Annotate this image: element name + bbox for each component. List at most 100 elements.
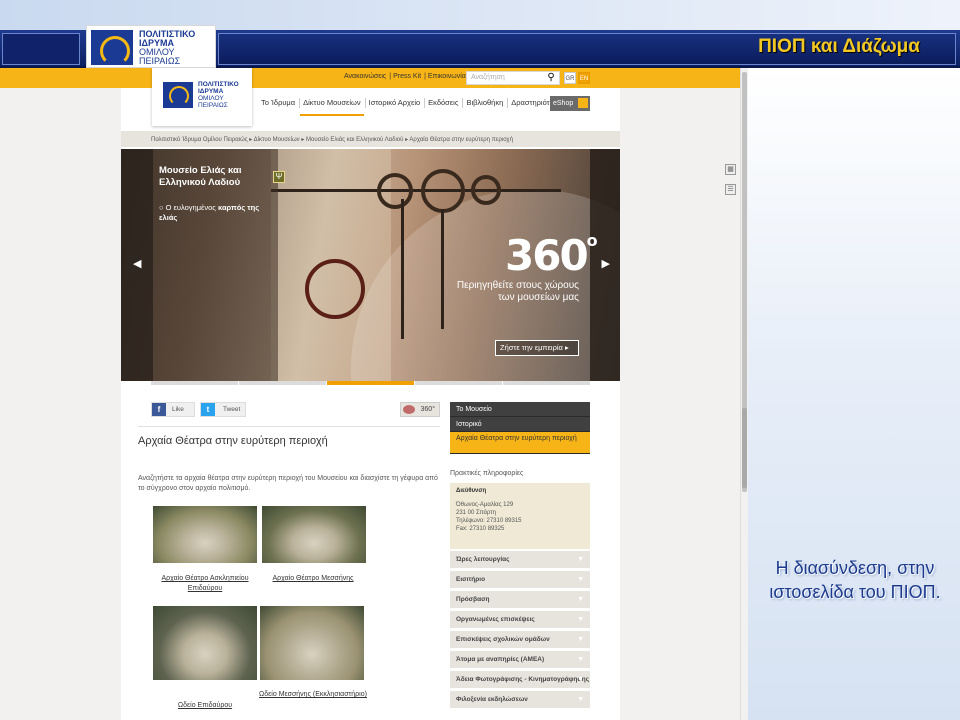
heading-rule bbox=[138, 426, 440, 427]
accordion-label: Φιλοξενία εκδηλώσεων bbox=[456, 696, 528, 703]
slide-right-panel bbox=[748, 68, 960, 720]
eshop-label: eShop bbox=[553, 100, 574, 107]
logo-line: ΙΔΡΥΜΑ bbox=[198, 88, 224, 95]
search-icon[interactable]: ⚲ bbox=[544, 72, 558, 84]
chevron-down-icon: ▼ bbox=[577, 556, 584, 563]
accordion-label: Εισιτήριο bbox=[456, 576, 486, 583]
hero-360-degree: o bbox=[586, 231, 598, 250]
side-menu-item-theatres[interactable]: Αρχαία Θέατρα στην ευρύτερη περιοχή bbox=[450, 432, 590, 454]
lang-en-button[interactable]: EN bbox=[578, 72, 590, 84]
chevron-down-icon: ▼ bbox=[577, 676, 584, 683]
header-square-left bbox=[2, 33, 80, 65]
address-box: Διεύθυνση Όθωνος-Αμαλίας 129 231 00 Σπάρ… bbox=[450, 483, 590, 549]
experience-button[interactable]: Ζήστε την εμπειρία ▸ bbox=[495, 340, 579, 356]
side-menu: Το Μουσείο Ιστορικό Αρχαία Θέατρα στην ε… bbox=[450, 402, 590, 454]
address-heading: Διεύθυνση bbox=[456, 488, 487, 494]
page-margin-right bbox=[620, 68, 740, 720]
odeon-link-epidaurus[interactable]: Ωδείο Επιδαύρου bbox=[150, 701, 260, 711]
scrollbar-thumb[interactable] bbox=[742, 408, 747, 488]
accordion-opening-hours[interactable]: Ώρες λειτουργίας ▼ bbox=[450, 551, 590, 569]
logo-line: ΠΕΙΡΑΙΩΣ bbox=[139, 56, 181, 66]
view-360-button[interactable]: 360° bbox=[400, 402, 440, 417]
top-links: Ανακοινώσεις | Press Kit | Επικοινωνία bbox=[344, 73, 466, 80]
chevron-down-icon: ▼ bbox=[577, 696, 584, 703]
toplink-press-kit[interactable]: Press Kit bbox=[393, 73, 421, 80]
accordion-organized-visits[interactable]: Οργανωμένες επισκέψεις ▼ bbox=[450, 611, 590, 629]
page-title: Αρχαία Θέατρα στην ευρύτερη περιοχή bbox=[138, 435, 328, 447]
accordion-event-hosting[interactable]: Φιλοξενία εκδηλώσεων ▼ bbox=[450, 691, 590, 709]
eshop-button[interactable]: eShop bbox=[550, 96, 590, 111]
odeon-image-messene[interactable] bbox=[260, 606, 364, 680]
toplink-announcements[interactable]: Ανακοινώσεις bbox=[344, 73, 386, 80]
theatre-link-messene[interactable]: Αρχαίο Θέατρο Μεσσήνης bbox=[258, 574, 368, 584]
scrollbar[interactable] bbox=[740, 68, 748, 720]
tweet-button[interactable]: t Tweet bbox=[200, 402, 246, 417]
accordion-label: Ώρες λειτουργίας bbox=[456, 556, 510, 563]
slide-caption: Η διασύνδεση, στην ιστοσελίδα του ΠΙΟΠ. bbox=[769, 558, 941, 602]
logo-line: ΠΟΛΙΤΙΣΤΙΚΟ bbox=[198, 81, 239, 88]
facebook-icon: f bbox=[152, 403, 166, 416]
tweet-label: Tweet bbox=[223, 406, 241, 413]
nav-foundation[interactable]: Το Ίδρυμα bbox=[258, 96, 298, 116]
accordion-school-visits[interactable]: Επισκέψεις σχολικών ομάδων ▼ bbox=[450, 631, 590, 649]
odeon-image-epidaurus[interactable] bbox=[153, 606, 257, 680]
slider-tab-active[interactable] bbox=[327, 381, 414, 385]
hero-photo-post bbox=[441, 209, 444, 329]
slider-tab[interactable] bbox=[239, 381, 326, 385]
nav-library[interactable]: Βιβλιοθήκη bbox=[463, 96, 506, 116]
nav-publications[interactable]: Εκδόσεις bbox=[425, 96, 461, 116]
theatre-image-epidaurus[interactable] bbox=[153, 506, 257, 563]
olive-icon: Ψ bbox=[273, 171, 285, 183]
nav-museum-network[interactable]: Δίκτυο Μουσείων bbox=[300, 96, 364, 116]
facebook-like-button[interactable]: f Like bbox=[151, 402, 195, 417]
nav-historical-archive[interactable]: Ιστορικό Αρχείο bbox=[366, 96, 424, 116]
accordion-accessibility[interactable]: Άτομα με αναπηρίες (ΑΜΕΑ) ▼ bbox=[450, 651, 590, 669]
hero-subtitle: ○ Ο ευλογημένος καρπός της ελιάς bbox=[159, 203, 260, 222]
website-screenshot: Ανακοινώσεις | Press Kit | Επικοινωνία Ανα… bbox=[0, 68, 748, 720]
accordion-photo-permit[interactable]: Άδεια Φωτογράφισης - Κινηματογράφησης ▼ bbox=[450, 671, 590, 689]
slider-next-icon[interactable]: ▶ bbox=[602, 257, 610, 270]
calendar-icon[interactable]: ▦ bbox=[725, 164, 736, 175]
twitter-icon: t bbox=[201, 403, 215, 416]
hero-slider[interactable]: Μουσείο Ελιάς και Ελληνικού Λαδιού ○ Ο ε… bbox=[121, 149, 620, 381]
slider-tabs bbox=[151, 381, 591, 385]
hero-photo-post bbox=[401, 199, 404, 339]
chevron-down-icon: ▼ bbox=[577, 636, 584, 643]
eye-icon bbox=[403, 405, 415, 414]
toplink-contact[interactable]: Επικοινωνία bbox=[428, 73, 466, 80]
like-label: Like bbox=[172, 406, 184, 413]
accordion-label: Επισκέψεις σχολικών ομάδων bbox=[456, 636, 550, 643]
cart-icon bbox=[578, 98, 588, 108]
lang-gr-button[interactable]: GR bbox=[564, 72, 576, 84]
main-nav: Το Ίδρυμα Δίκτυο Μουσείων Ιστορικό Αρχεί… bbox=[258, 96, 568, 116]
accordion-ticket[interactable]: Εισιτήριο ▼ bbox=[450, 571, 590, 589]
hero-tagline: Περιηγηθείτε στους χώρους των μουσείων μ… bbox=[456, 280, 579, 303]
hero-360-text: 360o bbox=[505, 231, 598, 280]
header-logo: ΠΟΛΙΤΙΣΤΙΚΟ ΙΔΡΥΜΑ ΟΜΙΛΟΥ ΠΕΙΡΑΙΩΣ bbox=[86, 25, 216, 68]
slide-title: ΠΙΟΠ και Διάζωμα bbox=[758, 36, 920, 57]
foundation-logo-icon bbox=[91, 30, 133, 66]
slider-tab[interactable] bbox=[503, 381, 590, 385]
chevron-down-icon: ▼ bbox=[577, 596, 584, 603]
practical-info-title: Πρακτικές πληροφορίες bbox=[450, 470, 524, 477]
theatre-image-messene[interactable] bbox=[262, 506, 366, 563]
slider-prev-icon[interactable]: ◀ bbox=[133, 257, 141, 270]
hero-title: Μουσείο Ελιάς και Ελληνικού Λαδιού bbox=[159, 165, 242, 188]
slider-tab[interactable] bbox=[151, 381, 238, 385]
page-margin-left bbox=[0, 68, 121, 720]
breadcrumb[interactable]: Πολιτιστικό Ίδρυμα Ομίλου Πειραιώς ▸ Δίκ… bbox=[121, 131, 620, 147]
odeon-link-messene[interactable]: Ωδείο Μεσσήνης (Εκκλησιαστήριο) bbox=[258, 690, 368, 700]
slider-tab[interactable] bbox=[415, 381, 502, 385]
logo-line: ΟΜΙΛΟΥ bbox=[198, 95, 224, 102]
side-menu-item-history[interactable]: Ιστορικό bbox=[450, 417, 590, 432]
site-logo[interactable]: ΠΟΛΙΤΙΣΤΙΚΟ ΙΔΡΥΜΑ ΟΜΙΛΟΥ ΠΕΙΡΑΙΩΣ bbox=[152, 68, 252, 126]
accordion-access[interactable]: Πρόσβαση ▼ bbox=[450, 591, 590, 609]
address-line: Fax: 27310 89325 bbox=[456, 526, 505, 532]
chevron-down-icon: ▼ bbox=[577, 616, 584, 623]
hero-photo-wheel bbox=[421, 169, 465, 213]
comment-icon[interactable]: ☰ bbox=[725, 184, 736, 195]
theatre-link-epidaurus[interactable]: Αρχαίο Θέατρο Ασκληπιείου Επιδαύρου bbox=[150, 574, 260, 594]
foundation-logo-icon bbox=[163, 82, 193, 108]
side-menu-item-museum[interactable]: Το Μουσείο bbox=[450, 402, 590, 417]
view-360-label: 360° bbox=[420, 406, 435, 413]
